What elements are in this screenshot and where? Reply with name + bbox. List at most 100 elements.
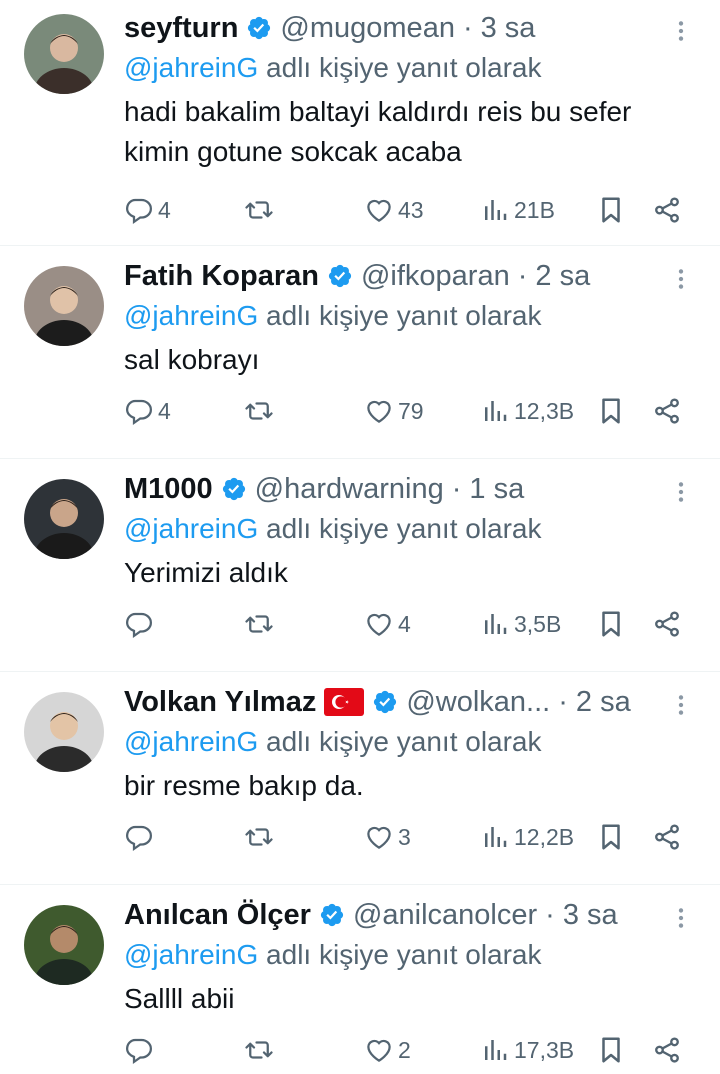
reply-tweet[interactable]: seyfturn @mugomean · 3 sa @jahreinG adlı kiş… <box>0 0 720 246</box>
share-button[interactable] <box>652 195 682 225</box>
display-name[interactable]: Volkan Yılmaz <box>124 686 316 719</box>
retweet-button[interactable] <box>244 1035 278 1065</box>
mention-link[interactable]: @jahreinG <box>124 52 258 83</box>
display-name[interactable]: seyfturn <box>124 12 238 45</box>
reply-tweet[interactable]: M1000 @hardwarning · 1 sa @jahreinG adlı kiş… <box>0 459 720 672</box>
replying-to-label: adlı kişiye yanıt olarak <box>266 513 542 544</box>
reply-tweet[interactable]: Anılcan Ölçer @anilcanolcer · 3 sa @jahreinG… <box>0 885 720 1074</box>
like-button[interactable]: 3 <box>364 822 411 852</box>
mention-link[interactable]: @jahreinG <box>124 513 258 544</box>
reply-tweet[interactable]: Fatih Koparan @ifkoparan · 2 sa @jahreinG ad… <box>0 246 720 459</box>
reply-tweet[interactable]: Volkan Yılmaz @wolkan... · 2 sa @jahreinG ad… <box>0 672 720 885</box>
views-button[interactable]: 3,5B <box>480 609 561 639</box>
replying-to-label: adlı kişiye yanıt olarak <box>266 300 542 331</box>
bookmark-button[interactable] <box>596 195 626 225</box>
share-button[interactable] <box>652 822 682 852</box>
mention-link[interactable]: @jahreinG <box>124 726 258 757</box>
verified-badge-icon[interactable] <box>319 902 345 928</box>
username-handle[interactable]: @ifkoparan <box>361 260 510 293</box>
bookmark-button[interactable] <box>596 1035 626 1065</box>
more-options-icon[interactable] <box>666 690 696 720</box>
verified-badge-icon[interactable] <box>221 476 247 502</box>
timestamp[interactable]: 3 sa <box>563 899 618 932</box>
views-button[interactable]: 17,3B <box>480 1035 574 1065</box>
mention-link[interactable]: @jahreinG <box>124 939 258 970</box>
bookmark-button[interactable] <box>596 396 626 426</box>
like-button[interactable]: 4 <box>364 609 411 639</box>
views-button[interactable]: 21B <box>480 195 555 225</box>
timestamp[interactable]: 3 sa <box>481 12 536 45</box>
reply-feed: seyfturn @mugomean · 3 sa @jahreinG adlı kiş… <box>0 0 720 1074</box>
username-handle[interactable]: @mugomean <box>280 12 455 45</box>
display-name[interactable]: Fatih Koparan <box>124 260 319 293</box>
retweet-button[interactable] <box>244 195 278 225</box>
bookmark-button[interactable] <box>596 609 626 639</box>
tweet-content: M1000 @hardwarning · 1 sa @jahreinG adlı kiş… <box>124 469 696 593</box>
timestamp[interactable]: 1 sa <box>469 473 524 506</box>
reply-button[interactable] <box>124 1035 158 1065</box>
username-handle[interactable]: @anilcanolcer <box>353 899 537 932</box>
reply-button[interactable] <box>124 609 158 639</box>
like-button[interactable]: 79 <box>364 396 424 426</box>
view-count: 12,2B <box>514 823 575 850</box>
retweet-button[interactable] <box>244 822 278 852</box>
action-bar: 4 3,5B <box>124 604 696 644</box>
timestamp[interactable]: 2 sa <box>576 686 631 719</box>
avatar[interactable] <box>24 692 104 772</box>
tweet-text: sal kobrayı <box>124 340 696 380</box>
share-button[interactable] <box>652 1035 682 1065</box>
like-button[interactable]: 2 <box>364 1035 411 1065</box>
separator-dot: · <box>451 472 462 505</box>
views-button[interactable]: 12,3B <box>480 396 574 426</box>
display-name[interactable]: Anılcan Ölçer <box>124 899 311 932</box>
separator-dot: · <box>517 259 528 292</box>
tweet-content: Anılcan Ölçer @anilcanolcer · 3 sa @jahreinG… <box>124 895 696 1019</box>
username-handle[interactable]: @wolkan... <box>406 686 550 719</box>
views-button[interactable]: 12,2B <box>480 822 574 852</box>
retweet-button[interactable] <box>244 396 278 426</box>
like-count: 79 <box>398 397 424 424</box>
action-bar: 3 12,2B <box>124 817 696 857</box>
timestamp[interactable]: 2 sa <box>535 260 590 293</box>
replying-to: @jahreinG adlı kişiye yanıt olarak <box>124 48 696 88</box>
replying-to: @jahreinG adlı kişiye yanıt olarak <box>124 935 696 975</box>
reply-button[interactable] <box>124 822 158 852</box>
avatar[interactable] <box>24 479 104 559</box>
view-count: 21B <box>514 196 555 223</box>
tweet-text: Sallll abii <box>124 979 696 1019</box>
avatar[interactable] <box>24 266 104 346</box>
replying-to-label: adlı kişiye yanıt olarak <box>266 52 542 83</box>
action-bar: 4 43 21B <box>124 190 696 230</box>
bookmark-button[interactable] <box>596 822 626 852</box>
tweet-text-line: Yerimizi aldık <box>124 557 288 588</box>
replying-to-label: adlı kişiye yanıt olarak <box>266 939 542 970</box>
reply-button[interactable]: 4 <box>124 195 171 225</box>
verified-badge-icon[interactable] <box>372 689 398 715</box>
tweet-header: seyfturn @mugomean · 3 sa <box>124 8 696 48</box>
username-handle[interactable]: @hardwarning <box>255 473 444 506</box>
share-button[interactable] <box>652 609 682 639</box>
avatar[interactable] <box>24 905 104 985</box>
verified-badge-icon[interactable] <box>246 15 272 41</box>
tweet-header: Fatih Koparan @ifkoparan · 2 sa <box>124 256 696 296</box>
separator-dot: · <box>462 11 473 44</box>
tweet-text-line: sal kobrayı <box>124 344 260 375</box>
reply-button[interactable]: 4 <box>124 396 171 426</box>
view-count: 17,3B <box>514 1036 575 1063</box>
retweet-button[interactable] <box>244 609 278 639</box>
more-options-icon[interactable] <box>666 264 696 294</box>
tweet-text: hadi bakalim baltayi kaldırdı reis bu se… <box>124 92 696 172</box>
share-button[interactable] <box>652 396 682 426</box>
like-count: 2 <box>398 1036 411 1063</box>
action-bar: 2 17,3B <box>124 1030 696 1070</box>
more-options-icon[interactable] <box>666 903 696 933</box>
replying-to: @jahreinG adlı kişiye yanıt olarak <box>124 722 696 762</box>
mention-link[interactable]: @jahreinG <box>124 300 258 331</box>
avatar[interactable] <box>24 14 104 94</box>
verified-badge-icon[interactable] <box>327 263 353 289</box>
more-options-icon[interactable] <box>666 477 696 507</box>
like-button[interactable]: 43 <box>364 195 424 225</box>
reply-count: 4 <box>158 397 171 424</box>
display-name[interactable]: M1000 <box>124 473 213 506</box>
more-options-icon[interactable] <box>666 16 696 46</box>
